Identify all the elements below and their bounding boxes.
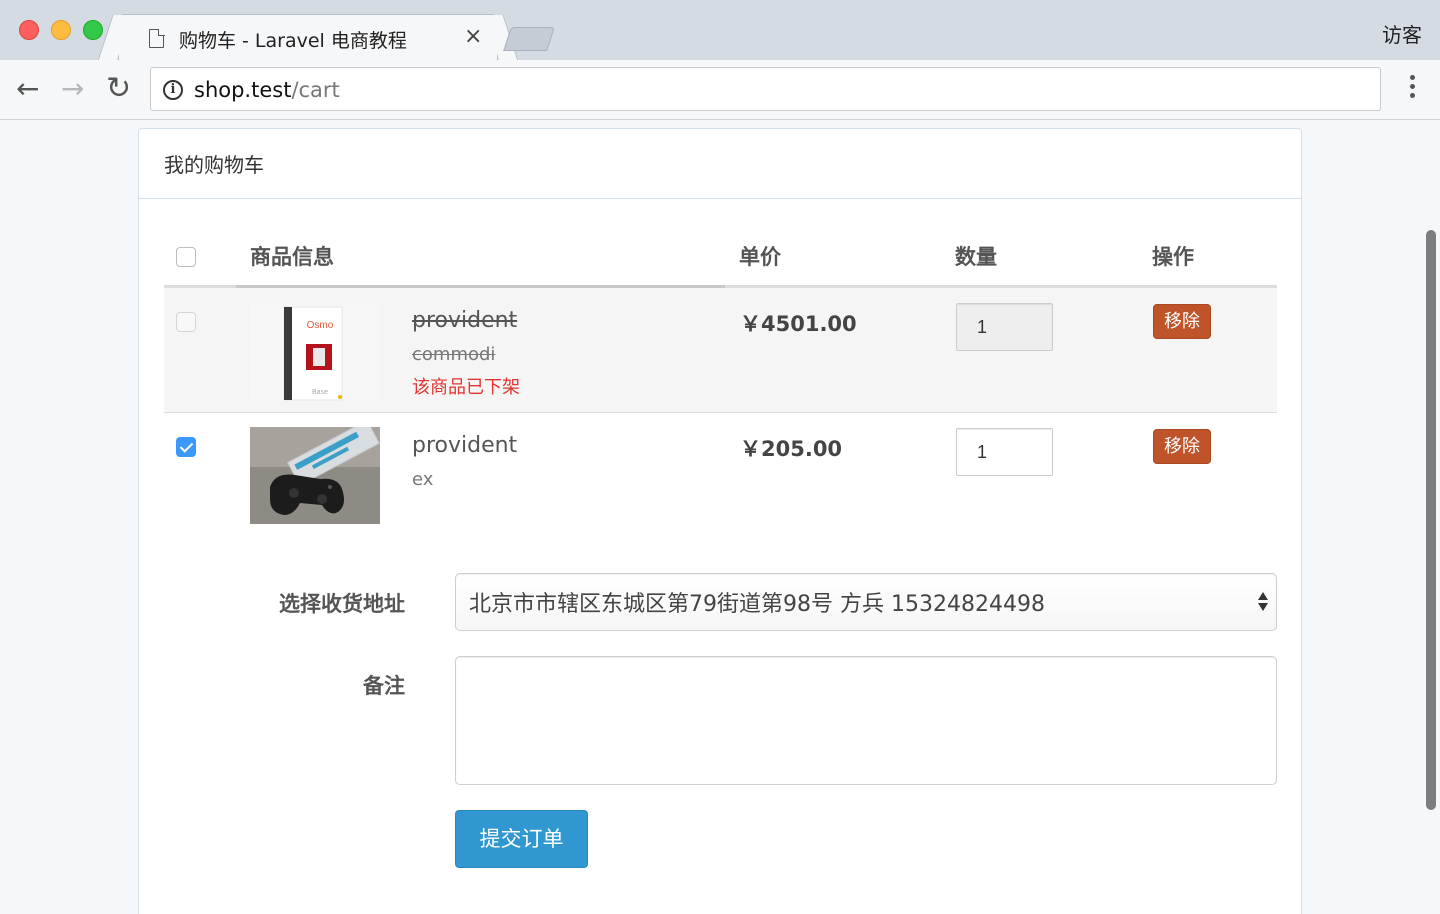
column-header-quantity: 数量 bbox=[955, 245, 997, 269]
panel-heading: 我的购物车 bbox=[139, 129, 1301, 199]
remove-item-button[interactable]: 移除 bbox=[1153, 304, 1211, 339]
minimize-window-button[interactable] bbox=[51, 20, 71, 40]
profile-guest-label[interactable]: 访客 bbox=[1382, 19, 1422, 48]
product-sku: ex bbox=[412, 469, 434, 490]
product-sku: commodi bbox=[412, 344, 496, 365]
item-checkbox-checked[interactable] bbox=[176, 437, 196, 457]
back-arrow-icon[interactable]: ← bbox=[16, 72, 39, 106]
browser-tab-active[interactable]: 购物车 - Laravel 电商教程 × bbox=[118, 14, 498, 61]
url-path: /cart bbox=[291, 78, 340, 102]
product-price: ￥4501.00 bbox=[740, 312, 857, 336]
tab-close-icon[interactable]: × bbox=[464, 24, 482, 49]
browser-menu-icon[interactable] bbox=[1410, 75, 1416, 102]
browser-tab-bar: 购物车 - Laravel 电商教程 × 访客 bbox=[0, 0, 1440, 61]
address-select[interactable]: 北京市市辖区东城区第79街道第98号 方兵 15324824498 bbox=[455, 573, 1277, 631]
table-row: Osmo Base provident commodi 该商品已下架 ￥4501… bbox=[164, 288, 1277, 413]
quantity-input[interactable]: 1 bbox=[956, 303, 1053, 351]
maximize-window-button[interactable] bbox=[83, 20, 103, 40]
info-icon[interactable]: i bbox=[163, 80, 183, 100]
new-tab-button[interactable] bbox=[503, 27, 555, 51]
table-row: provident ex ￥205.00 1 移除 bbox=[164, 413, 1277, 543]
cart-panel: 我的购物车 商品信息 单价 数量 操作 Osmo Base provident … bbox=[138, 128, 1302, 914]
product-unavailable-notice: 该商品已下架 bbox=[412, 377, 520, 398]
address-select-value: 北京市市辖区东城区第79街道第98号 方兵 15324824498 bbox=[469, 592, 1045, 617]
product-price: ￥205.00 bbox=[740, 437, 843, 461]
remark-label: 备注 bbox=[363, 674, 405, 698]
osmo-base-text: Base bbox=[312, 389, 328, 396]
column-header-action: 操作 bbox=[1152, 245, 1194, 269]
document-icon bbox=[149, 28, 165, 48]
product-image-gamepad bbox=[250, 427, 380, 524]
url-text[interactable]: shop.test/cart bbox=[194, 78, 340, 102]
scrollbar-thumb[interactable] bbox=[1426, 230, 1436, 810]
reload-icon[interactable]: ↻ bbox=[106, 72, 131, 106]
product-title[interactable]: provident bbox=[412, 308, 517, 333]
product-title[interactable]: provident bbox=[412, 433, 517, 458]
osmo-logo-text: Osmo bbox=[307, 320, 334, 331]
page-content: 我的购物车 商品信息 单价 数量 操作 Osmo Base provident … bbox=[0, 121, 1440, 914]
remark-textarea[interactable] bbox=[455, 656, 1277, 785]
item-checkbox[interactable] bbox=[176, 312, 196, 332]
product-image-osmo: Osmo Base bbox=[250, 304, 380, 401]
close-window-button[interactable] bbox=[19, 20, 39, 40]
address-label: 选择收货地址 bbox=[279, 592, 405, 616]
product-image[interactable]: Osmo Base bbox=[250, 304, 380, 401]
column-header-price: 单价 bbox=[739, 245, 781, 269]
url-host: shop.test bbox=[194, 78, 292, 102]
product-image[interactable] bbox=[250, 427, 380, 524]
column-header-product: 商品信息 bbox=[250, 245, 334, 269]
select-arrows-icon bbox=[1258, 592, 1270, 611]
forward-arrow-icon[interactable]: → bbox=[61, 72, 84, 106]
submit-order-button[interactable]: 提交订单 bbox=[455, 810, 588, 868]
remove-item-button[interactable]: 移除 bbox=[1153, 429, 1211, 464]
quantity-input[interactable]: 1 bbox=[956, 428, 1053, 476]
tab-title: 购物车 - Laravel 电商教程 bbox=[179, 30, 407, 52]
address-bar[interactable]: i shop.test/cart bbox=[150, 67, 1381, 111]
select-all-checkbox[interactable] bbox=[176, 247, 196, 267]
browser-toolbar: ← → ↻ i shop.test/cart bbox=[0, 60, 1440, 120]
